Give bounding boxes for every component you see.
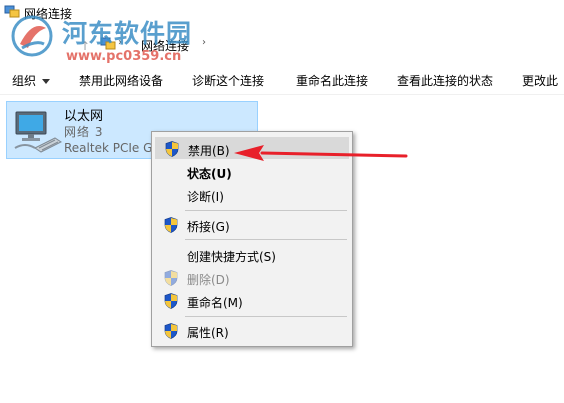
uac-shield-icon [164,217,178,233]
menu-item-properties[interactable]: 属性(R) [155,320,349,342]
change-settings-button[interactable]: 更改此 [522,72,558,89]
menu-separator [185,316,347,317]
adapter-network: 网络 3 [64,125,104,139]
command-bar: 组织 禁用此网络设备 诊断这个连接 重命名此连接 查看此连接的状态 更改此 [0,63,564,95]
menu-item-delete: 删除(D) [155,267,349,289]
menu-item-label: 桥接(G) [187,220,230,234]
menu-item-label: 诊断(I) [187,190,224,204]
menu-item-diagnose[interactable]: 诊断(I) [155,184,349,206]
menu-item-label: 状态(U) [187,167,232,181]
watermark-name: 河东软件园 [62,19,193,48]
organize-button[interactable]: 组织 [12,72,51,89]
adapter-device: Realtek PCIe GI [64,141,156,155]
menu-item-label: 创建快捷方式(S) [187,250,276,264]
organize-label: 组织 [12,74,37,88]
menu-item-create-shortcut[interactable]: 创建快捷方式(S) [155,244,349,266]
watermark: 河东软件园 www.pc0359.cn [10,10,220,70]
uac-shield-icon [164,270,178,286]
red-arrow-annotation [234,145,408,161]
menu-item-rename[interactable]: 重命名(M) [155,290,349,312]
watermark-url: www.pc0359.cn [66,49,182,64]
menu-item-label: 重命名(M) [187,296,243,310]
view-status-button[interactable]: 查看此连接的状态 [397,72,493,89]
disable-device-button[interactable]: 禁用此网络设备 [79,72,163,89]
uac-shield-icon [165,141,179,157]
uac-shield-icon [164,293,178,309]
uac-shield-icon [164,323,178,339]
diagnose-connection-button[interactable]: 诊断这个连接 [192,72,264,89]
watermark-logo-icon [11,15,53,57]
menu-item-label: 禁用(B) [188,144,230,158]
menu-separator [185,210,347,211]
menu-item-label: 属性(R) [187,326,229,340]
menu-item-bridge[interactable]: 桥接(G) [155,214,349,236]
ethernet-adapter-icon [14,111,62,153]
menu-item-label: 删除(D) [187,273,230,287]
adapter-name: 以太网 [64,109,104,124]
menu-separator [185,239,347,240]
chevron-down-icon [42,79,51,84]
rename-connection-button[interactable]: 重命名此连接 [296,72,368,89]
